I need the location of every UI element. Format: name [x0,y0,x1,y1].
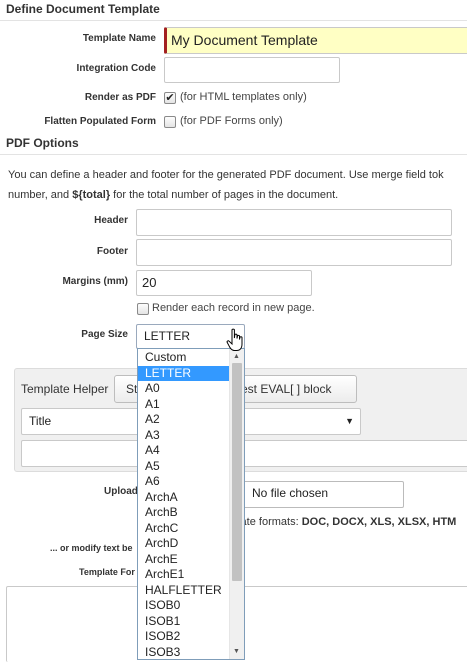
render-each-record-checkbox[interactable] [137,303,149,315]
scroll-down-icon[interactable]: ▼ [233,648,240,655]
supported-formats-text: plate formats: DOC, DOCX, XLS, XLSX, HTM [232,516,456,528]
page-size-option[interactable]: A6 [138,474,229,490]
page-size-option[interactable]: ArchC [138,521,229,537]
page-size-option[interactable]: A1 [138,397,229,413]
pdf-options-description-line2: number, and ${total} for the total numbe… [8,189,338,201]
modify-text-label: ... or modify text be [50,543,133,553]
margins-label: Margins (mm) [62,276,128,287]
page-size-option[interactable]: ArchB [138,505,229,521]
page-size-option[interactable]: HALFLETTER [138,583,229,599]
formats-list: DOC, DOCX, XLS, XLSX, HTM [301,516,457,528]
page-size-label: Page Size [81,329,128,340]
page-size-option[interactable]: LETTER [138,365,229,381]
render-pdf-note: (for HTML templates only) [180,91,307,103]
render-pdf-label: Render as PDF [84,92,156,103]
page-size-option[interactable]: ISOB3 [138,645,229,660]
render-each-record-label: Render each record in new page. [152,302,315,314]
header-label: Header [94,215,128,226]
page-size-option[interactable]: ISOB2 [138,629,229,645]
scrollbar-thumb[interactable] [232,363,242,581]
section-title-define-template: Define Document Template [6,2,160,16]
page-size-option[interactable]: A0 [138,381,229,397]
section-divider [0,20,467,21]
total-pages-token: ${total} [72,189,111,201]
section-title-pdf-options: PDF Options [6,136,79,150]
flatten-form-label: Flatten Populated Form [44,116,156,127]
page-size-option[interactable]: ArchD [138,536,229,552]
footer-label: Footer [96,246,128,257]
page-size-dropdown-list[interactable]: Custom LETTER A0 A1 A2 A3 A4 A5 A6 ArchA ArchB Arch… [137,348,245,660]
footer-input[interactable] [136,239,452,266]
file-chooser[interactable]: No file chosen [240,481,404,508]
dropdown-scrollbar[interactable]: ▲ ▼ [229,349,244,659]
integration-code-input[interactable] [164,57,340,83]
file-status-text: No file chosen [252,486,329,500]
page-size-option[interactable]: ArchE [138,552,229,568]
page-size-option[interactable]: A3 [138,428,229,444]
flatten-form-checkbox[interactable] [164,116,176,128]
scroll-up-icon[interactable]: ▲ [233,353,240,360]
header-input[interactable] [136,209,452,236]
flatten-form-note: (for PDF Forms only) [180,115,283,127]
page-size-option[interactable]: A2 [138,412,229,428]
page-size-option[interactable]: ArchE1 [138,567,229,583]
page-size-option[interactable]: ISOB1 [138,614,229,630]
page-size-option[interactable]: A4 [138,443,229,459]
test-eval-block-button[interactable]: est EVAL[ ] block [226,375,357,403]
page-size-option[interactable]: A5 [138,459,229,475]
margins-input[interactable]: 20 [136,270,312,296]
page-size-option[interactable]: Custom [138,350,229,366]
description-text: number, and [8,189,73,201]
template-name-label: Template Name [82,33,156,44]
render-pdf-checkbox[interactable]: ✔ [164,92,176,104]
merge-field-select-value: Title [29,414,52,428]
page-size-option[interactable]: ArchA [138,490,229,506]
template-helper-label: Template Helper [21,382,109,396]
upload-label: Upload [104,486,138,497]
pdf-options-description-line1: You can define a header and footer for t… [8,169,444,181]
integration-code-label: Integration Code [76,63,156,74]
page-size-option[interactable]: ISOB0 [138,598,229,614]
template-name-input[interactable]: My Document Template [164,27,467,54]
section-divider [0,154,467,155]
template-format-label: Template For [79,567,135,577]
chevron-down-icon: ▼ [345,416,354,426]
description-text: for the total number of pages in the doc… [110,189,339,201]
hand-pointer-cursor-icon [226,328,246,352]
